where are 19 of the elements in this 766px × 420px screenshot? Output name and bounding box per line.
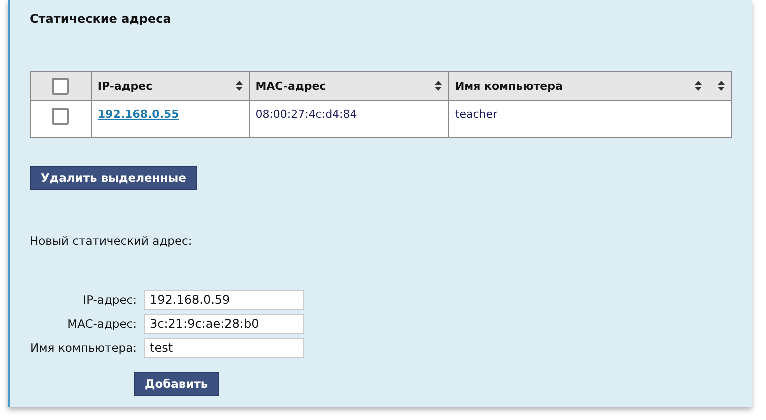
ip-link[interactable]: 192.168.0.55	[98, 108, 180, 121]
input-field[interactable]: 192.168.0.59	[144, 290, 304, 310]
form-title: Новый статический адрес:	[30, 234, 194, 248]
table-cell: teacher	[455, 108, 498, 121]
table-cell: 08:00:27:4c:d4:84	[256, 108, 358, 121]
sort-icon[interactable]	[695, 81, 702, 91]
field-label: Имя компьютера:	[30, 341, 137, 355]
sort-icon[interactable]	[236, 81, 243, 91]
input-field[interactable]: 3c:21:9c:ae:28:b0	[144, 314, 304, 334]
input-field[interactable]: test	[144, 338, 304, 358]
checkbox[interactable]	[52, 108, 70, 125]
field-label: MAC-адрес:	[66, 317, 137, 331]
field-label: IP-адрес:	[82, 293, 137, 307]
sort-icon[interactable]	[718, 81, 725, 91]
sort-icon[interactable]	[435, 81, 442, 91]
add-button[interactable]: Добавить	[134, 372, 220, 396]
delete-selected-button[interactable]: Удалить выделенные	[30, 166, 198, 190]
checkbox[interactable]	[52, 78, 70, 94]
section-title: Статические адреса	[30, 12, 172, 26]
